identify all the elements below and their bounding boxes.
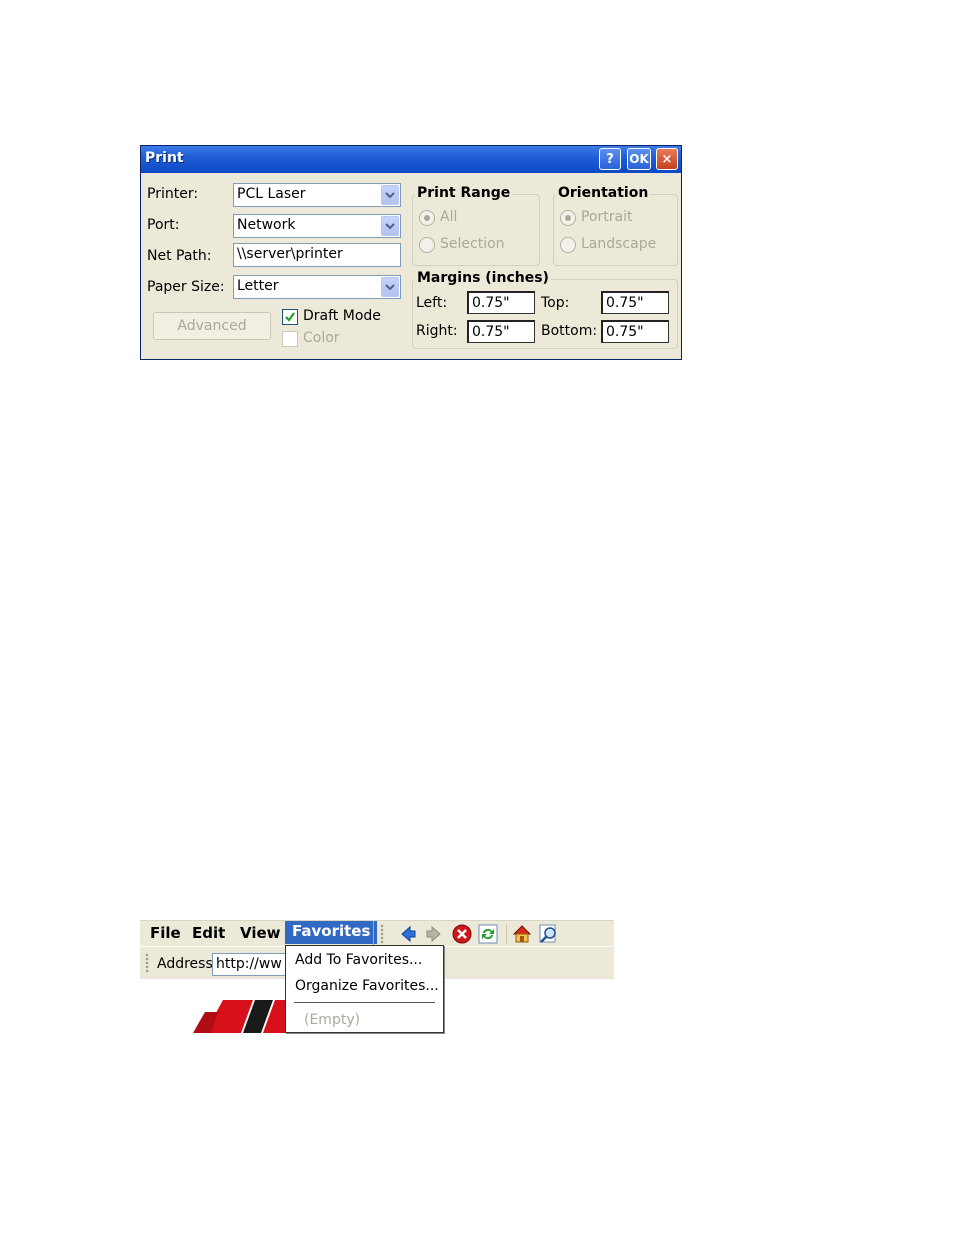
address-input[interactable]: http://ww (212, 953, 292, 976)
paper-size-label: Paper Size: (147, 279, 225, 295)
radio-portrait-label: Portrait (581, 209, 633, 225)
print-dialog: Print ? OK × Printer: PCL Laser Port: Ne… (140, 145, 682, 360)
menu-divider (373, 921, 374, 945)
margin-bottom-field[interactable]: 0.75" (601, 320, 669, 343)
address-label: Address (157, 956, 213, 972)
help-button[interactable]: ? (599, 148, 621, 170)
margin-left-value: 0.75" (472, 295, 510, 311)
color-checkbox[interactable] (282, 331, 298, 347)
advanced-button[interactable]: Advanced (153, 312, 271, 340)
menu-item-organize-favorites[interactable]: Organize Favorites... (295, 978, 439, 994)
menu-item-add-to-favorites[interactable]: Add To Favorites... (295, 952, 422, 968)
stop-icon[interactable] (452, 924, 472, 944)
margin-top-label: Top: (541, 295, 570, 311)
net-path-value: \\server\printer (237, 246, 343, 262)
favorites-menu: Add To Favorites... Organize Favorites..… (285, 945, 444, 1033)
margin-left-label: Left: (416, 295, 448, 311)
ok-button[interactable]: OK (627, 148, 651, 170)
margin-left-field[interactable]: 0.75" (467, 291, 535, 314)
menu-view[interactable]: View (240, 924, 281, 942)
printer-label: Printer: (147, 186, 199, 202)
radio-landscape[interactable] (560, 237, 576, 253)
printer-value: PCL Laser (237, 186, 306, 202)
color-label: Color (303, 330, 340, 346)
dialog-title: Print (145, 150, 184, 166)
home-icon[interactable] (512, 924, 532, 944)
printer-combo[interactable]: PCL Laser (233, 183, 401, 207)
radio-portrait[interactable] (560, 210, 576, 226)
net-path-field[interactable]: \\server\printer (233, 243, 401, 267)
radio-selection[interactable] (419, 237, 435, 253)
address-value: http://ww (216, 956, 282, 972)
margins-title: Margins (inches) (415, 270, 551, 286)
forward-icon[interactable] (424, 924, 444, 944)
radio-selection-label: Selection (440, 236, 505, 252)
toolbar-grip[interactable] (380, 924, 384, 944)
menu-file[interactable]: File (150, 924, 181, 942)
margin-top-value: 0.75" (606, 295, 644, 311)
margin-bottom-value: 0.75" (606, 324, 644, 340)
port-combo[interactable]: Network (233, 214, 401, 238)
menu-bar: File Edit View Favorites (140, 920, 614, 947)
paper-size-combo[interactable]: Letter (233, 275, 401, 299)
print-range-group: Print Range (412, 185, 540, 266)
radio-landscape-label: Landscape (581, 236, 657, 252)
orientation-group: Orientation (553, 185, 678, 266)
page-logo (193, 1000, 286, 1033)
menu-separator (294, 1002, 435, 1003)
margin-bottom-label: Bottom: (541, 323, 598, 339)
print-range-title: Print Range (415, 185, 513, 201)
net-path-label: Net Path: (147, 248, 212, 264)
back-icon[interactable] (398, 924, 418, 944)
chevron-down-icon[interactable] (381, 216, 399, 236)
radio-all-label: All (440, 209, 458, 225)
orientation-title: Orientation (556, 185, 651, 201)
menu-edit[interactable]: Edit (192, 924, 225, 942)
chevron-down-icon[interactable] (381, 277, 399, 297)
margin-right-field[interactable]: 0.75" (467, 320, 535, 343)
checkmark-icon (285, 312, 295, 322)
dialog-titlebar: Print ? OK × (141, 146, 681, 173)
address-grip[interactable] (145, 953, 149, 973)
margin-right-value: 0.75" (472, 324, 510, 340)
draft-mode-checkbox[interactable] (282, 309, 298, 325)
close-button[interactable]: × (656, 148, 678, 170)
margin-top-field[interactable]: 0.75" (601, 291, 669, 314)
chevron-down-icon[interactable] (381, 185, 399, 205)
menu-item-empty: (Empty) (304, 1012, 361, 1028)
search-icon[interactable] (539, 924, 559, 944)
menu-favorites[interactable]: Favorites (285, 921, 378, 944)
port-value: Network (237, 217, 296, 233)
draft-mode-label: Draft Mode (303, 308, 381, 324)
refresh-icon[interactable] (478, 924, 498, 944)
port-label: Port: (147, 217, 180, 233)
toolbar-separator (506, 924, 507, 944)
radio-all[interactable] (419, 210, 435, 226)
margin-right-label: Right: (416, 323, 458, 339)
paper-size-value: Letter (237, 278, 279, 294)
